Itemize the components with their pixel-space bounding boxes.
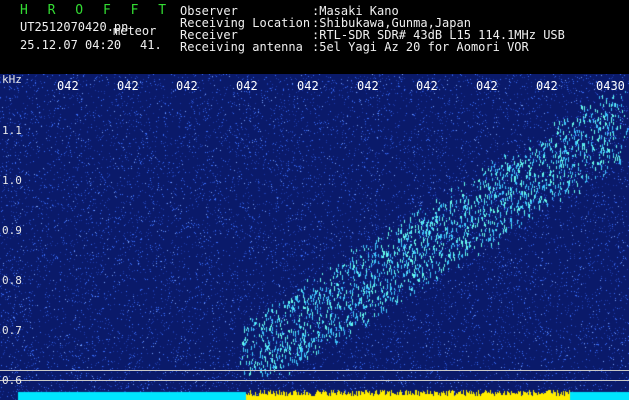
y-unit-label: kHz xyxy=(2,74,22,86)
event-tag: meteor xyxy=(113,24,157,38)
x-tick-label: 042 xyxy=(476,79,498,93)
x-tick-label: 042 xyxy=(357,79,379,93)
x-tick-label: 042 xyxy=(416,79,438,93)
y-tick-label: 0.6 xyxy=(2,374,22,387)
header-panel: H R O F F T UT2512070420.pn meteor 25.12… xyxy=(0,0,629,74)
datetime: 25.12.07 04:20 xyxy=(20,38,122,52)
x-tick-label: 042 xyxy=(176,79,198,93)
y-tick-label: 0.8 xyxy=(2,274,22,287)
x-tick-label: 042 xyxy=(536,79,558,93)
x-tick-label: 042 xyxy=(297,79,319,93)
app-name: H R O F F T xyxy=(20,3,173,18)
event-count: 41. xyxy=(140,38,162,52)
label-antenna: Receiving antenna xyxy=(180,40,303,54)
spectrogram-canvas xyxy=(0,74,629,400)
y-tick-label: 0.7 xyxy=(2,324,22,337)
y-tick-label: 0.9 xyxy=(2,224,22,237)
y-tick-label: 1.0 xyxy=(2,174,22,187)
spectrogram-plot: kHz 1.1 1.0 0.9 0.8 0.7 0.6 042 042 042 … xyxy=(0,74,629,400)
x-tick-label: 042 xyxy=(57,79,79,93)
x-tick-label: 0430 xyxy=(596,79,625,93)
x-tick-label: 042 xyxy=(236,79,258,93)
value-antenna: :5el Yagi Az 20 for Aomori VOR xyxy=(312,40,529,54)
x-tick-label: 042 xyxy=(117,79,139,93)
guide-line-upper xyxy=(0,370,629,371)
guide-line-lower xyxy=(0,380,629,381)
y-tick-label: 1.1 xyxy=(2,124,22,137)
